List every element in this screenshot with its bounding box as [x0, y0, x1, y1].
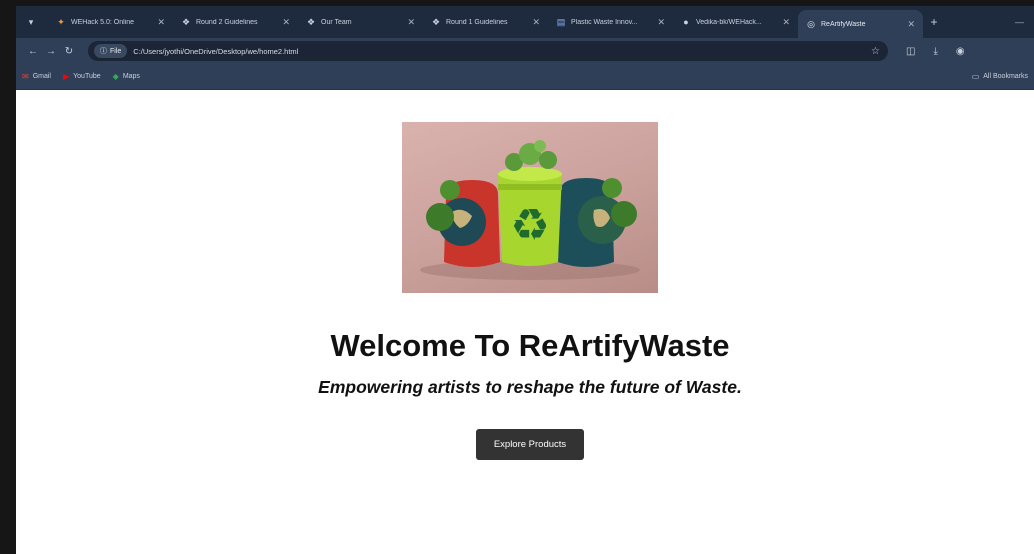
close-tab-icon[interactable]: ✕ [282, 17, 290, 28]
tab-github[interactable]: ● Vedika-bk/WEHack... ✕ [673, 9, 798, 35]
tab-search-button[interactable]: ▾ [20, 11, 42, 33]
bookmarks-bar: ✉ Gmail ▶ YouTube ◆ Maps ▭ All Bookmarks [16, 64, 1034, 90]
tab-our-team[interactable]: ❖ Our Team ✕ [298, 9, 423, 35]
github-favicon: ● [683, 17, 689, 27]
close-tab-icon[interactable]: ✕ [407, 17, 415, 28]
tab-round1[interactable]: ❖ Round 1 Guidelines ✕ [423, 9, 548, 35]
folder-icon: ▭ [971, 72, 980, 81]
devfolio-favicon: ❖ [181, 16, 191, 27]
url-text[interactable]: C:/Users/jyothi/OneDrive/Desktop/we/home… [133, 47, 298, 56]
back-icon[interactable]: ← [24, 46, 42, 57]
wehack-favicon: ✦ [57, 16, 65, 27]
window-controls: — [1015, 6, 1024, 38]
forward-icon[interactable]: → [42, 46, 60, 57]
site-info-chip[interactable]: ⓘ File [94, 44, 128, 58]
minimize-icon[interactable]: — [1015, 17, 1024, 27]
gmail-icon: ✉ [22, 72, 29, 81]
close-tab-icon[interactable]: ✕ [907, 19, 915, 30]
bookmark-star-icon[interactable]: ☆ [871, 46, 888, 57]
devfolio-favicon: ❖ [431, 16, 441, 27]
browser-toolbar: ← → ↻ ⓘ File C:/Users/jyothi/OneDrive/De… [16, 38, 1034, 64]
maps-icon: ◆ [112, 72, 119, 81]
recycling-bins-illustration: ♻ [420, 140, 640, 280]
globe-favicon: ◎ [807, 18, 815, 29]
close-tab-icon[interactable]: ✕ [532, 17, 540, 28]
tab-strip: ▾ ✦ WEHack 5.0: Online ✕ ❖ Round 2 Guide… [16, 6, 1034, 38]
profile-icon[interactable]: ◉ [956, 46, 965, 57]
explore-products-button[interactable]: Explore Products [476, 429, 584, 460]
reload-icon[interactable]: ↻ [60, 46, 78, 57]
close-tab-icon[interactable]: ✕ [657, 17, 665, 28]
svg-text:♻: ♻ [510, 200, 549, 251]
close-tab-icon[interactable]: ✕ [157, 17, 165, 28]
address-bar[interactable]: ⓘ File C:/Users/jyothi/OneDrive/Desktop/… [88, 41, 888, 61]
tab-reartifywaste[interactable]: ◎ ReArtifyWaste ✕ [798, 10, 923, 38]
extensions-icon[interactable]: ◫ [906, 46, 915, 57]
tab-round2[interactable]: ❖ Round 2 Guidelines ✕ [173, 9, 298, 35]
bookmark-youtube[interactable]: ▶ YouTube [63, 72, 101, 81]
bookmark-maps[interactable]: ◆ Maps [113, 72, 140, 81]
page-subtitle: Empowering artists to reshape the future… [318, 377, 742, 397]
browser-window: ▾ ✦ WEHack 5.0: Online ✕ ❖ Round 2 Guide… [16, 6, 1034, 554]
bookmark-gmail[interactable]: ✉ Gmail [22, 72, 51, 81]
tab-wehack[interactable]: ✦ WEHack 5.0: Online ✕ [48, 9, 173, 35]
devfolio-favicon: ❖ [306, 16, 316, 27]
download-icon[interactable]: ⤓ [933, 46, 937, 57]
all-bookmarks[interactable]: ▭ All Bookmarks [972, 72, 1028, 81]
tab-plastic-waste[interactable]: ▤ Plastic Waste Innov... ✕ [548, 9, 673, 35]
page-title: Welcome To ReArtifyWaste [330, 328, 730, 363]
hero-image: ♻ [402, 122, 658, 293]
info-icon: ⓘ [100, 48, 107, 55]
new-tab-button[interactable]: + [923, 15, 945, 29]
page-content: ♻ Welcome To ReArtifyWaste Empowering ar… [16, 90, 1034, 554]
youtube-icon: ▶ [62, 72, 70, 81]
doc-favicon: ▤ [556, 16, 566, 27]
close-tab-icon[interactable]: ✕ [782, 17, 790, 28]
